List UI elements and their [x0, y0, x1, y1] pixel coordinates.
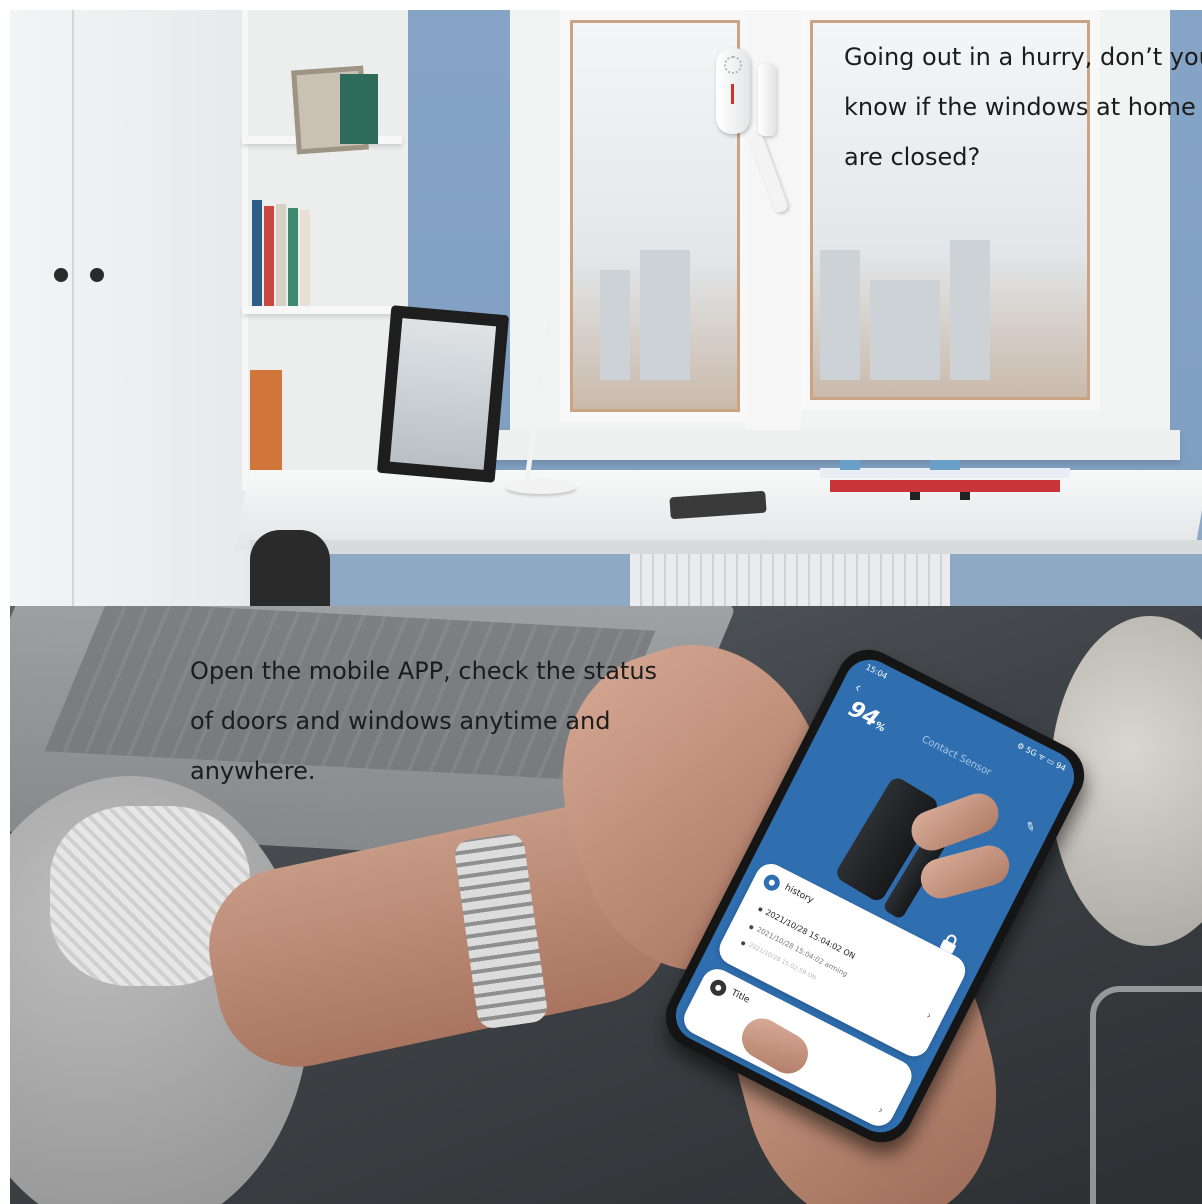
sensor-led: [731, 84, 734, 104]
caption-line: of doors and windows anytime and: [190, 707, 611, 735]
title-card-label: Title: [729, 987, 752, 1006]
book: [250, 370, 282, 480]
caption-line: anywhere.: [190, 757, 316, 785]
city-building: [600, 270, 630, 380]
wardrobe-knob: [90, 268, 104, 282]
book: [252, 200, 262, 306]
sensor-magnet: [758, 64, 776, 136]
glass-cup: [1090, 986, 1202, 1204]
product-image: Going out in a hurry, don’t you know if …: [0, 0, 1202, 1204]
city-building: [820, 250, 860, 380]
history-label: history: [782, 882, 816, 906]
chevron-right-icon: ›: [876, 1104, 885, 1117]
model-ship-icon: [820, 460, 1070, 500]
title-icon: [707, 977, 729, 999]
book: [300, 210, 310, 306]
tablet-screen: [389, 318, 497, 470]
sensor-speaker: [724, 56, 742, 74]
battery-level: 94%: [844, 696, 892, 737]
caption-line: are closed?: [844, 143, 981, 171]
book: [288, 208, 298, 306]
status-time: 15:04: [864, 662, 889, 681]
chevron-right-icon: ›: [924, 1010, 933, 1022]
wardrobe: [10, 10, 250, 606]
chair: [250, 530, 330, 606]
book: [264, 206, 274, 306]
caption-line: Open the mobile APP, check the status: [190, 657, 658, 685]
city-building: [640, 250, 690, 380]
window-sill: [490, 430, 1180, 460]
book: [276, 204, 286, 306]
city-building: [870, 280, 940, 380]
back-arrow-icon[interactable]: ‹: [853, 679, 864, 695]
tablet-frame: [376, 305, 510, 483]
radiator: [630, 554, 950, 606]
caption-line: Going out in a hurry, don’t you: [844, 43, 1202, 71]
phone-scene: 15:04 ⚙ 5G ᯤ ▭ 94 ‹ 94% Contact Sensor ✎…: [10, 606, 1202, 1204]
shelf: [242, 306, 402, 314]
edit-icon[interactable]: ✎: [1023, 818, 1038, 835]
history-icon: [761, 871, 783, 894]
caption-line: know if the windows at home: [844, 93, 1196, 121]
window-sensor: [716, 48, 750, 134]
wardrobe-knob: [54, 268, 68, 282]
top-caption: Going out in a hurry, don’t you know if …: [844, 32, 1202, 182]
city-building: [950, 240, 990, 380]
bottom-caption: Open the mobile APP, check the status of…: [190, 646, 660, 796]
book: [340, 74, 378, 144]
room-scene: Going out in a hurry, don’t you know if …: [10, 10, 1202, 606]
wardrobe-seam: [72, 10, 74, 606]
desk-edge: [250, 540, 1202, 554]
lamp-base: [506, 480, 576, 494]
history-entry: 2021/10/28 15:02:59 ON: [747, 941, 818, 982]
